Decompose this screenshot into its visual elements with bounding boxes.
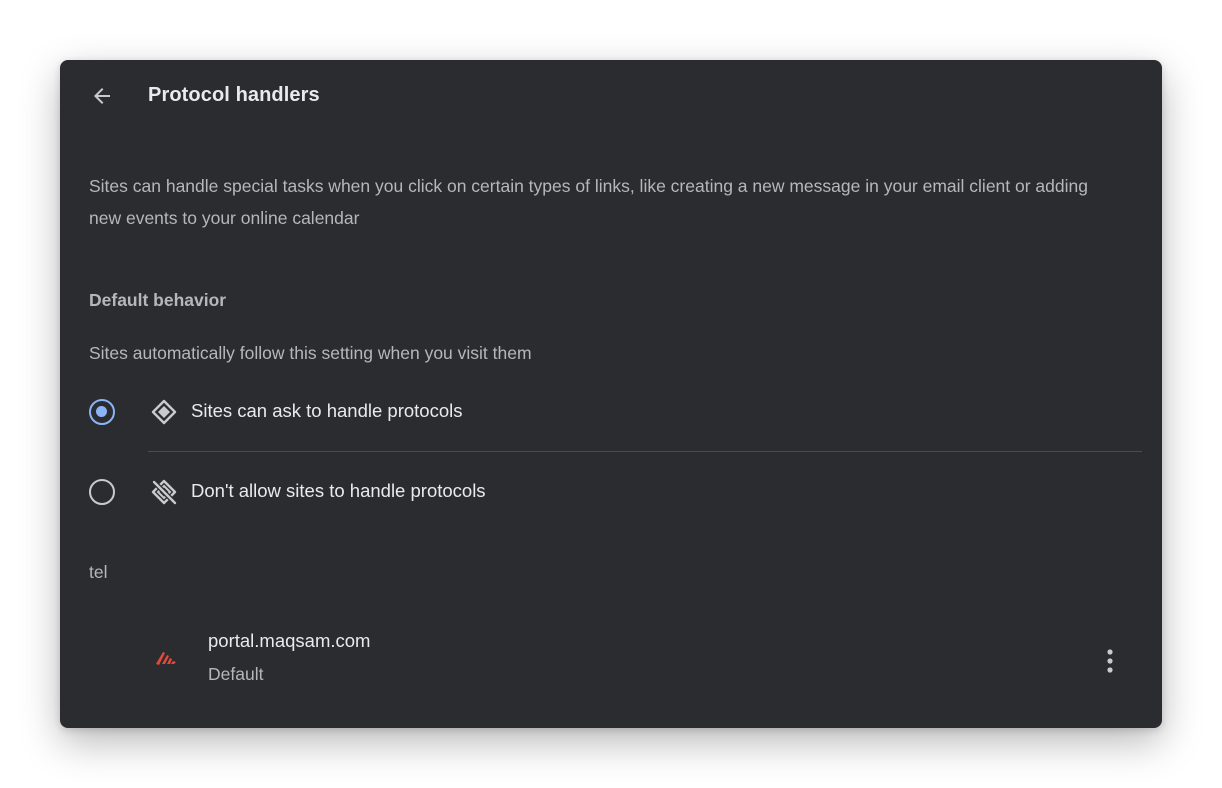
arrow-back-icon (94, 88, 110, 104)
radio-label-block: Don't allow sites to handle protocols (191, 480, 486, 501)
settings-panel: Protocol handlers Sites can handle speci… (60, 60, 1162, 728)
section-subtitle: Sites automatically follow this setting … (89, 343, 532, 363)
maqsam-logo-icon (156, 652, 176, 665)
page-header: Protocol handlers (60, 60, 1162, 132)
option-divider (148, 451, 1142, 452)
radio-button-block[interactable] (89, 479, 115, 505)
protocol-handler-icon (151, 399, 177, 425)
page-title: Protocol handlers (148, 84, 320, 106)
handler-site-status: Default (208, 664, 264, 684)
handler-site-name: portal.maqsam.com (208, 630, 371, 651)
radio-button-allow[interactable] (89, 399, 115, 425)
more-actions-button[interactable] (1098, 646, 1122, 676)
protocol-group-label: tel (89, 562, 108, 582)
handler-list-item: portal.maqsam.com Default (148, 622, 1142, 698)
back-button[interactable] (88, 82, 116, 110)
protocol-handler-off-icon (151, 479, 177, 505)
radio-option-allow[interactable]: Sites can ask to handle protocols (89, 382, 1142, 442)
more-vert-icon (1107, 649, 1113, 673)
radio-option-block[interactable]: Don't allow sites to handle protocols (89, 462, 1142, 522)
page-description: Sites can handle special tasks when you … (89, 176, 1088, 228)
radio-label-allow: Sites can ask to handle protocols (191, 400, 463, 421)
section-title-default-behavior: Default behavior (89, 290, 227, 310)
